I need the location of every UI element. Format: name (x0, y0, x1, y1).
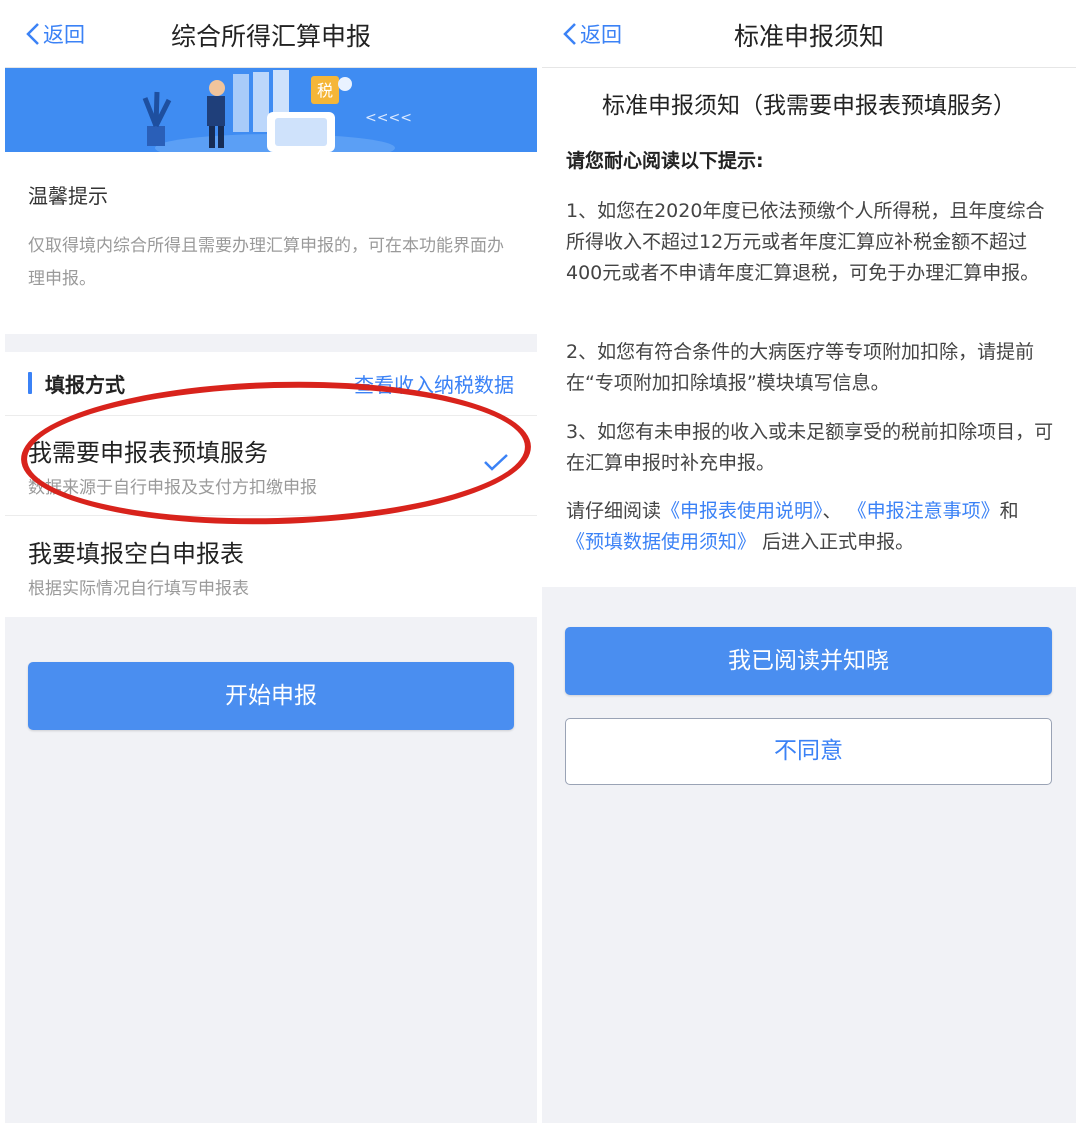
tip-section: 温馨提示 仅取得境内综合所得且需要办理汇算申报的，可在本功能界面办理申报。 (5, 152, 537, 334)
page-title: 标准申报须知 (733, 22, 884, 51)
read-prefix: 请仔细阅读 (566, 500, 662, 522)
section-title: 填报方式 (45, 373, 125, 397)
notice-item: 1、如您在2020年度已依法预缴个人所得税，且年度综合所得收入不超过12万元或者… (566, 200, 1045, 284)
section-accent-bar (28, 372, 32, 394)
left-screen: 返回 综合所得汇算申报 税 <<<< 温馨提示 仅取得境内综合所得且需要办理汇算… (5, 0, 537, 1123)
page-title: 综合所得汇算申报 (170, 22, 371, 51)
read-notice-paragraph: 请仔细阅读《申报表使用说明》、 《申报注意事项》和 《预填数据使用须知》 后进入… (566, 496, 1054, 558)
tip-body: 仅取得境内综合所得且需要办理汇算申报的，可在本功能界面办理申报。 (28, 236, 504, 289)
tax-tag-text: 税 (317, 81, 333, 100)
option-title: 我要填报空白申报表 (28, 540, 244, 568)
option-title: 我需要申报表预填服务 (28, 439, 268, 467)
usage-instructions-link[interactable]: 《申报表使用说明》 (661, 500, 823, 522)
acknowledge-button[interactable]: 我已阅读并知晓 (565, 627, 1052, 695)
checkmark-icon (484, 454, 508, 471)
fill-method-section: 填报方式 查看收入纳税数据 我需要申报表预填服务 数据来源于自行申报及支付方扣缴… (5, 352, 537, 617)
start-filing-button[interactable]: 开始申报 (28, 662, 514, 730)
arrows-decoration: <<<< (365, 110, 412, 126)
section-header: 填报方式 查看收入纳税数据 (5, 352, 537, 416)
notice-section: 标准申报须知（我需要申报表预填服务） 请您耐心阅读以下提示: 1、如您在2020… (542, 68, 1076, 587)
tip-title: 温馨提示 (28, 184, 108, 208)
banner-illustration: 税 <<<< (5, 68, 537, 152)
notice-item: 2、如您有符合条件的大病医疗等专项附加扣除，请提前在“专项附加扣除填报”模块填写… (566, 341, 1035, 394)
notice-lead: 请您耐心阅读以下提示: (566, 150, 764, 172)
read-suffix: 后进入正式申报。 (762, 531, 915, 553)
notice-title: 标准申报须知（我需要申报表预填服务） (602, 93, 1016, 119)
separator: 、 (822, 500, 842, 522)
option-subtitle: 根据实际情况自行填写申报表 (28, 579, 249, 599)
separator: 和 (999, 500, 1019, 522)
option-prefill-service[interactable]: 我需要申报表预填服务 数据来源于自行申报及支付方扣缴申报 (5, 416, 537, 516)
nav-bar: 返回 标准申报须知 (542, 0, 1076, 68)
notice-item: 3、如您有未申报的收入或未足额享受的税前扣除项目，可在汇算申报时补充申报。 (566, 421, 1054, 474)
option-subtitle: 数据来源于自行申报及支付方扣缴申报 (28, 478, 317, 498)
right-screen: 返回 标准申报须知 标准申报须知（我需要申报表预填服务） 请您耐心阅读以下提示:… (542, 0, 1076, 1123)
disagree-button[interactable]: 不同意 (565, 718, 1052, 785)
filing-notes-link[interactable]: 《申报注意事项》 (848, 500, 1000, 522)
view-income-tax-data-link[interactable]: 查看收入纳税数据 (354, 369, 514, 398)
nav-bar: 返回 综合所得汇算申报 (5, 0, 537, 68)
option-blank-form[interactable]: 我要填报空白申报表 根据实际情况自行填写申报表 (5, 517, 537, 617)
prefill-data-notice-link[interactable]: 《预填数据使用须知》 (566, 531, 756, 553)
